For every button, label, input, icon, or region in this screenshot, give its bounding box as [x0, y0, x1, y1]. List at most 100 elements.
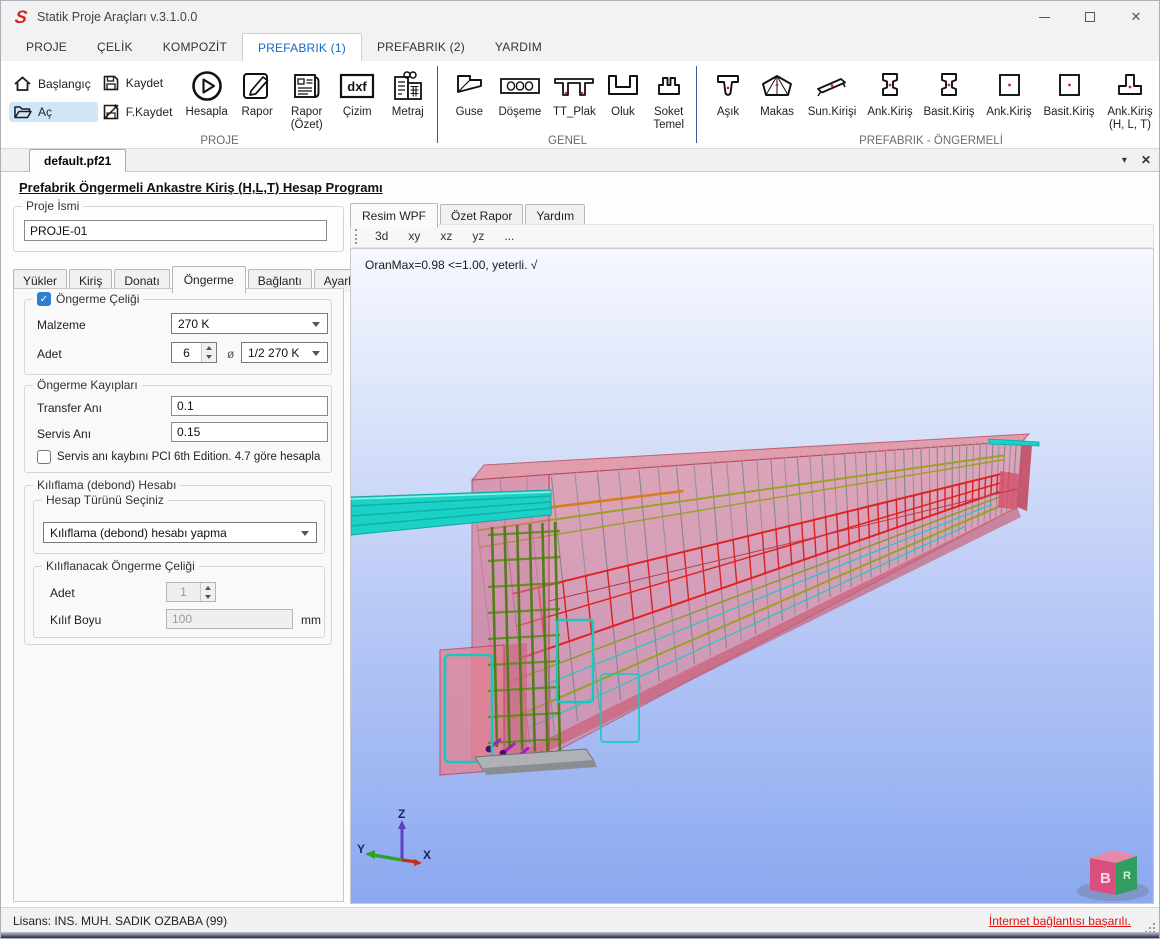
ac-button[interactable]: Aç	[9, 102, 98, 122]
baslangic-label: Başlangıç	[38, 77, 91, 91]
debond-adet-arrows[interactable]	[200, 583, 215, 601]
guse-button[interactable]: Guse	[446, 64, 493, 119]
menu-yardim[interactable]: YARDIM	[480, 33, 557, 61]
axis-gizmo: Z Y X	[357, 807, 431, 866]
debond-adet-value: 1	[167, 583, 200, 601]
double-tee-icon	[551, 72, 597, 100]
ribbon: Başlangıç Aç Kaydet F.Kaydet Hesapla Rap…	[1, 61, 1159, 149]
ongerme-celigi-checkbox[interactable]: ✓	[37, 292, 51, 306]
menu-celik[interactable]: ÇELİK	[82, 33, 148, 61]
debond-adet-spinner[interactable]: 1	[166, 582, 216, 602]
page-title: Prefabrik Öngermeli Ankastre Kiriş (H,L,…	[19, 180, 383, 195]
view-yz-button[interactable]: yz	[464, 227, 492, 245]
beam-3d-render: Z Y X B R	[351, 249, 1154, 904]
basit-kiris-i-button[interactable]: Basit.Kiriş	[919, 64, 979, 119]
menu-kompozit[interactable]: KOMPOZİT	[148, 33, 242, 61]
hesapla-button[interactable]: Hesapla	[179, 64, 233, 119]
report-pencil-icon	[240, 69, 274, 103]
asik-button[interactable]: Aşık	[705, 64, 751, 119]
oluk-button[interactable]: Oluk	[602, 64, 645, 119]
viewer-toolbar: 3d xy xz yz ...	[350, 224, 1154, 248]
cizim-button[interactable]: dxf Çizim	[333, 64, 382, 119]
ank-kiris-hlt-button[interactable]: Ank.Kiriş (H, L, T)	[1099, 64, 1160, 132]
tab-list-dropdown-icon[interactable]: ▾	[1122, 155, 1127, 166]
view-more-button[interactable]: ...	[496, 227, 522, 245]
sun-kirisi-button[interactable]: Sun.Kirişi	[803, 64, 861, 119]
pci-checkbox[interactable]	[37, 450, 51, 464]
transfer-ani-label: Transfer Anı	[37, 401, 102, 415]
report-summary-icon	[290, 69, 324, 103]
adet-spinner-arrows[interactable]	[201, 343, 216, 362]
phi-symbol: ø	[227, 347, 234, 361]
adet-value: 6	[172, 343, 201, 362]
phi-combobox[interactable]: 1/2 270 K	[241, 342, 328, 363]
document-tab[interactable]: default.pf21	[29, 149, 126, 172]
soket-temel-button[interactable]: Soket Temel	[644, 64, 693, 132]
menu-prefabrik-2[interactable]: PREFABRIK (2)	[362, 33, 480, 61]
toolbar-drag-handle[interactable]	[355, 229, 358, 244]
transfer-ani-input[interactable]	[171, 396, 328, 416]
metraj-button[interactable]: Metraj	[382, 64, 434, 119]
rapor-button[interactable]: Rapor	[234, 64, 281, 119]
proje-ismi-groupbox: Proje İsmi	[13, 206, 344, 252]
close-icon: ✕	[1131, 9, 1142, 25]
i-beam-section-icon	[874, 70, 906, 102]
ank-kiris-i-label: Ank.Kiriş	[867, 106, 912, 119]
group-label-proje: PROJE	[1, 135, 438, 147]
internet-status-link[interactable]: İnternet bağlantısı başarılı.	[989, 914, 1131, 928]
adet-spinner[interactable]: 6	[171, 342, 217, 363]
minimize-button[interactable]	[1021, 1, 1067, 33]
save-as-icon	[102, 103, 120, 121]
fkaydet-button[interactable]: F.Kaydet	[98, 101, 180, 123]
basit-kiris-rect-button[interactable]: Basit.Kiriş	[1039, 64, 1099, 119]
oranmax-status: OranMax=0.98 <=1.00, yeterli. √	[365, 258, 537, 272]
tt-plak-button[interactable]: TT_Plak	[547, 64, 601, 119]
viewport-3d[interactable]: OranMax=0.98 <=1.00, yeterli. √	[350, 248, 1154, 904]
app-logo-icon: S	[14, 7, 29, 28]
hesap-turu-groupbox: Hesap Türünü Seçiniz Kılıflama (debond) …	[33, 500, 325, 554]
tab-close-icon[interactable]: ✕	[1141, 153, 1151, 167]
group-label-genel: GENEL	[438, 135, 697, 147]
ank-kiris-i-button[interactable]: Ank.Kiriş	[861, 64, 919, 119]
rapor-label: Rapor	[241, 106, 272, 119]
kaydet-button[interactable]: Kaydet	[98, 72, 180, 94]
menu-prefabrik-1[interactable]: PREFABRIK (1)	[242, 33, 362, 61]
view-3d-button[interactable]: 3d	[367, 227, 396, 245]
baslangic-button[interactable]: Başlangıç	[9, 73, 98, 95]
view-xy-button[interactable]: xy	[400, 227, 428, 245]
rapor-ozet-button[interactable]: Rapor (Özet)	[280, 64, 332, 132]
corbel-icon	[449, 71, 489, 101]
servis-ani-input[interactable]	[171, 422, 328, 442]
tab-ongerme[interactable]: Öngerme	[172, 266, 246, 293]
ongerme-kayiplari-groupbox: Öngerme Kayıpları Transfer Anı Servis An…	[24, 385, 332, 473]
malzeme-combobox[interactable]: 270 K	[171, 313, 328, 334]
adet-label: Adet	[37, 347, 62, 361]
maximize-button[interactable]	[1067, 1, 1113, 33]
makas-button[interactable]: Makas	[751, 64, 803, 119]
pci-checkbox-row[interactable]: Servis anı kaybını PCI 6th Edition. 4.7 …	[37, 450, 320, 464]
ac-label: Aç	[38, 105, 52, 119]
hesap-turu-value: Kılıflama (debond) hesabı yapma	[50, 526, 227, 540]
hollow-slab-icon	[497, 73, 543, 99]
tab-resim-wpf[interactable]: Resim WPF	[350, 203, 438, 228]
view-xz-button[interactable]: xz	[432, 227, 460, 245]
save-icon	[102, 74, 120, 92]
mm-unit-label: mm	[301, 613, 321, 627]
proje-ismi-label: Proje İsmi	[22, 199, 83, 213]
hesap-turu-combobox[interactable]: Kılıflama (debond) hesabı yapma	[43, 522, 317, 543]
kiliflama-title: Kılıflama (debond) Hesabı	[33, 478, 180, 492]
ank-kiris-rect-button[interactable]: Ank.Kiriş	[979, 64, 1039, 119]
doseme-button[interactable]: Döşeme	[493, 64, 547, 119]
rapor-ozet-label: Rapor (Özet)	[280, 106, 332, 132]
window-controls: ✕	[1021, 1, 1159, 33]
menu-proje[interactable]: PROJE	[11, 33, 82, 61]
ribbon-group-prefabrik: Aşık Makas Sun.Kirişi Ank.Kiriş Basit.Ki…	[697, 61, 1160, 148]
proje-ismi-input[interactable]	[24, 220, 327, 241]
cizim-label: Çizim	[343, 106, 372, 119]
content-area: Prefabrik Öngermeli Ankastre Kiriş (H,L,…	[1, 172, 1159, 905]
ank-kiris-hlt-label: Ank.Kiriş (H, L, T)	[1099, 106, 1160, 132]
kilif-boyu-input[interactable]	[166, 609, 293, 629]
close-button[interactable]: ✕	[1113, 1, 1159, 33]
soket-temel-label: Soket Temel	[644, 106, 693, 132]
sun-kirisi-label: Sun.Kirişi	[808, 106, 857, 119]
